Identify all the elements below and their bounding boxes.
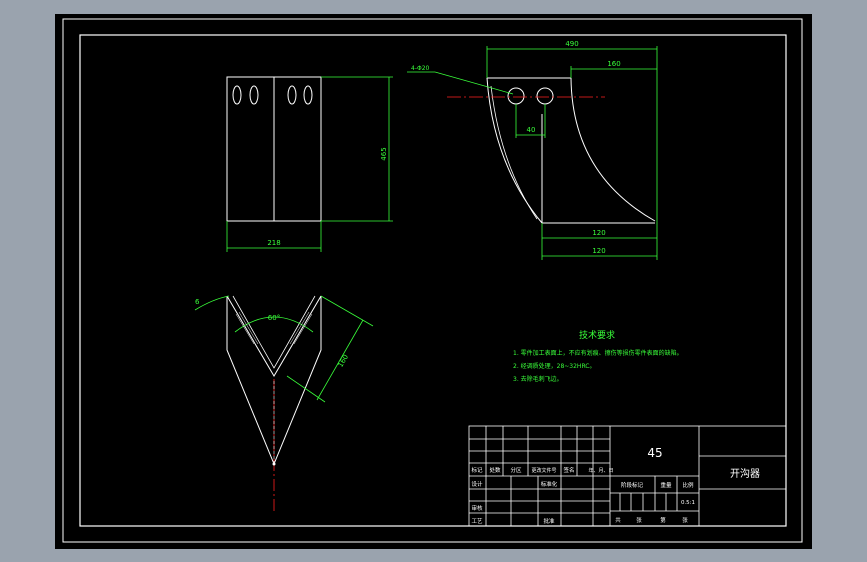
approve-label: 批准 — [543, 517, 555, 525]
sheet-label: 张 — [636, 516, 642, 524]
header-label: 签名 — [563, 466, 574, 474]
hole-spacing-dim: 40 — [527, 126, 536, 134]
technical-requirements: 技术要求 1. 零件加工表面上，不应有划痕、擦伤等损伤零件表面的缺陷。 2. 经… — [513, 329, 683, 383]
section-angle-dim: 60° — [268, 314, 280, 322]
inner-border — [79, 34, 787, 527]
side-bottom-inner-dim: 120 — [592, 229, 605, 237]
header-label: 分区 — [510, 466, 522, 474]
section-length-dim: 160 — [336, 353, 350, 369]
part-name: 开沟器 — [730, 467, 760, 480]
header-label: 更改文件号 — [531, 467, 556, 474]
cad-drawing: 465 218 490 160 4-Φ20 40 120 120 60° 6 1… — [62, 18, 803, 543]
side-top-dim: 490 — [565, 40, 578, 48]
tech-req-item: 2. 经调质处理，28~32HRC。 — [513, 362, 596, 370]
header-label: 年、月、日 — [588, 467, 613, 474]
section-thickness-dim: 6 — [195, 298, 200, 306]
front-width-dim: 218 — [267, 239, 280, 247]
tech-req-title: 技术要求 — [579, 329, 615, 341]
row-label-design: 设计 — [471, 480, 483, 488]
front-view: 465 218 — [226, 76, 393, 252]
side-bottom-outer-dim: 120 — [592, 247, 605, 255]
header-label: 标记 — [471, 466, 483, 474]
section-view: 60° 6 160 — [194, 295, 374, 514]
outer-border — [62, 18, 803, 543]
front-height-dim: 465 — [380, 147, 388, 160]
row-label-review: 审核 — [471, 504, 483, 512]
tech-req-item: 1. 零件加工表面上，不应有划痕、擦伤等损伤零件表面的缺陷。 — [513, 349, 683, 357]
slot-hole — [287, 85, 297, 105]
material-value: 45 — [647, 446, 662, 460]
scale-value: 0.5:1 — [681, 500, 695, 506]
slot-hole — [232, 85, 242, 105]
slot-hole — [303, 85, 313, 105]
mount-hole — [507, 87, 525, 105]
side-view: 490 160 4-Φ20 40 120 120 — [407, 40, 658, 260]
scale-label: 比例 — [682, 481, 694, 489]
weight-label: 重量 — [660, 481, 672, 489]
sheet-label: 共 — [615, 516, 621, 524]
hole-callout: 4-Φ20 — [411, 65, 430, 72]
stage-label: 阶段标记 — [621, 481, 644, 489]
sheet-label: 张 — [682, 516, 688, 524]
mount-hole — [536, 87, 554, 105]
row-label-process: 工艺 — [471, 518, 483, 525]
slot-hole — [249, 85, 259, 105]
side-top-right-dim: 160 — [607, 60, 620, 68]
sheet-label: 第 — [660, 516, 666, 524]
header-label: 处数 — [489, 466, 501, 474]
tech-req-item: 3. 去除毛刺飞边。 — [513, 375, 563, 383]
standard-label: 标准化 — [541, 480, 558, 488]
drawing-viewport[interactable]: 465 218 490 160 4-Φ20 40 120 120 60° 6 1… — [55, 14, 812, 549]
